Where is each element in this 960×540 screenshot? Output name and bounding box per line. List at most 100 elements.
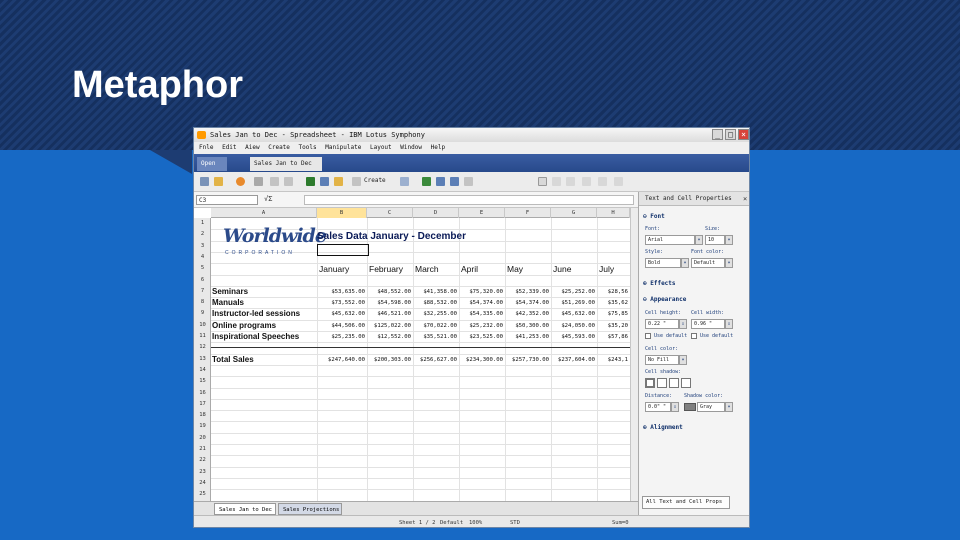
distance-input[interactable]: 0.0" "	[645, 402, 671, 412]
column-header-b[interactable]: B	[317, 208, 367, 218]
cell-color-dropdown-icon[interactable]: ▾	[679, 355, 687, 365]
total-label[interactable]: Total Sales	[212, 355, 254, 364]
month-header[interactable]: January	[319, 264, 349, 274]
value-cell[interactable]: $23,525.00	[459, 334, 503, 340]
status-zoom[interactable]: 100%	[469, 516, 482, 527]
column-header-h[interactable]: H	[597, 208, 630, 218]
maximize-icon[interactable]: □	[725, 129, 736, 140]
menu-help[interactable]: Help	[431, 142, 445, 154]
value-cell[interactable]: $57,86	[597, 334, 628, 340]
open-folder-icon[interactable]	[214, 177, 223, 186]
row-header[interactable]: 5	[194, 265, 211, 271]
value-cell[interactable]: $25,252.00	[551, 289, 595, 295]
use-default-height-checkbox[interactable]	[645, 333, 651, 339]
alignment-section-header[interactable]: ⊕ Alignment	[643, 424, 683, 431]
value-cell[interactable]: $44,506.00	[317, 323, 365, 329]
font-name-select[interactable]: Arial	[645, 235, 695, 245]
value-cell[interactable]: $41,253.00	[505, 334, 549, 340]
total-value-cell[interactable]: $247,640.00	[317, 357, 365, 363]
underline-icon[interactable]	[566, 177, 575, 186]
value-cell[interactable]: $54,374.00	[459, 300, 503, 306]
cell-height-spinner[interactable]: ⇕	[679, 319, 687, 329]
cell-name-box[interactable]: C3	[196, 195, 258, 205]
sheet-tab-sales-projections[interactable]: Sales Projections	[278, 503, 342, 515]
value-cell[interactable]: $28,56	[597, 289, 628, 295]
distance-spinner[interactable]: ⇕	[671, 402, 679, 412]
total-value-cell[interactable]: $237,604.00	[551, 357, 595, 363]
row-header[interactable]: 1	[194, 220, 211, 226]
row-label[interactable]: Online programs	[212, 321, 276, 330]
new-icon[interactable]	[200, 177, 209, 186]
row-header[interactable]: 11	[194, 333, 211, 339]
value-cell[interactable]: $25,235.00	[317, 334, 365, 340]
cell-color-select[interactable]: No Fill	[645, 355, 679, 365]
value-cell[interactable]: $35,521.00	[413, 334, 457, 340]
undo-icon[interactable]	[270, 177, 279, 186]
value-cell[interactable]: $88,532.00	[413, 300, 457, 306]
value-cell[interactable]: $35,62	[597, 300, 628, 306]
menu-view[interactable]: Aiew	[245, 142, 259, 154]
month-header[interactable]: June	[553, 264, 571, 274]
print-icon[interactable]	[254, 177, 263, 186]
formula-input[interactable]	[304, 195, 634, 205]
tab-sales-jan-to-dec[interactable]: Sales Jan to Dec	[250, 157, 322, 171]
column-header-e[interactable]: E	[459, 208, 505, 218]
row-header[interactable]: 13	[194, 356, 211, 362]
value-cell[interactable]: $48,552.00	[367, 289, 411, 295]
spreadsheet-grid[interactable]: A B C D E F G H 1 2 3 4 5 6 7 8 9 10 11 12 13 14 15 16 1…	[194, 208, 638, 501]
menu-tools[interactable]: Tools	[299, 142, 317, 154]
chart-icon[interactable]	[450, 177, 459, 186]
style-dropdown-icon[interactable]: ▾	[681, 258, 689, 268]
shadow-bottom-left-icon[interactable]	[681, 378, 691, 388]
cell-width-input[interactable]: 0.96 "	[691, 319, 725, 329]
italic-icon[interactable]	[552, 177, 561, 186]
column-header-c[interactable]: C	[367, 208, 413, 218]
vertical-scrollbar[interactable]	[630, 208, 638, 501]
number-format-icon[interactable]	[598, 177, 607, 186]
row-header[interactable]: 7	[194, 288, 211, 294]
month-header[interactable]: May	[507, 264, 523, 274]
column-header-a[interactable]: A	[211, 208, 317, 218]
row-header[interactable]: 3	[194, 243, 211, 249]
row-header[interactable]: 14	[194, 367, 211, 373]
row-header[interactable]: 8	[194, 299, 211, 305]
sheet-tab-sales-jan-to-dec[interactable]: Sales Jan to Dec	[214, 503, 276, 515]
shadow-top-right-icon[interactable]	[669, 378, 679, 388]
value-cell[interactable]: $35,20	[597, 323, 628, 329]
month-header[interactable]: February	[369, 264, 403, 274]
column-header-d[interactable]: D	[413, 208, 459, 218]
value-cell[interactable]: $32,255.00	[413, 311, 457, 317]
selected-cell[interactable]	[317, 244, 369, 256]
color-dropdown-icon[interactable]: ▾	[725, 258, 733, 268]
value-cell[interactable]: $54,374.00	[505, 300, 549, 306]
font-color-select[interactable]: Default	[691, 258, 725, 268]
function-wizard-icon[interactable]: √Σ	[264, 195, 272, 203]
size-dropdown-icon[interactable]: ▾	[725, 235, 733, 245]
row-header[interactable]: 20	[194, 435, 211, 441]
bold-icon[interactable]	[538, 177, 547, 186]
shadow-none-icon[interactable]	[645, 378, 655, 388]
value-cell[interactable]: $52,339.00	[505, 289, 549, 295]
menu-file[interactable]: Fnle	[199, 142, 213, 154]
column-header-f[interactable]: F	[505, 208, 551, 218]
filter-icon[interactable]	[436, 177, 445, 186]
border-icon[interactable]	[614, 177, 623, 186]
tab-open[interactable]: Open	[197, 157, 227, 171]
row-header[interactable]: 17	[194, 401, 211, 407]
row-header[interactable]: 21	[194, 446, 211, 452]
row-header[interactable]: 22	[194, 457, 211, 463]
total-value-cell[interactable]: $257,730.00	[505, 357, 549, 363]
cell-height-input[interactable]: 0.22 "	[645, 319, 679, 329]
row-header[interactable]: 19	[194, 423, 211, 429]
value-cell[interactable]: $50,300.00	[505, 323, 549, 329]
row-header[interactable]: 6	[194, 277, 211, 283]
value-cell[interactable]: $54,598.00	[367, 300, 411, 306]
menu-manipulate[interactable]: Manipulate	[325, 142, 361, 154]
all-text-and-cell-props-button[interactable]: All Text and Cell Props	[642, 496, 730, 509]
value-cell[interactable]: $24,050.00	[551, 323, 595, 329]
value-cell[interactable]: $53,635.00	[317, 289, 365, 295]
shadow-bottom-right-icon[interactable]	[657, 378, 667, 388]
copy-icon[interactable]	[320, 177, 329, 186]
cell-width-spinner[interactable]: ⇕	[725, 319, 733, 329]
cut-icon[interactable]	[306, 177, 315, 186]
